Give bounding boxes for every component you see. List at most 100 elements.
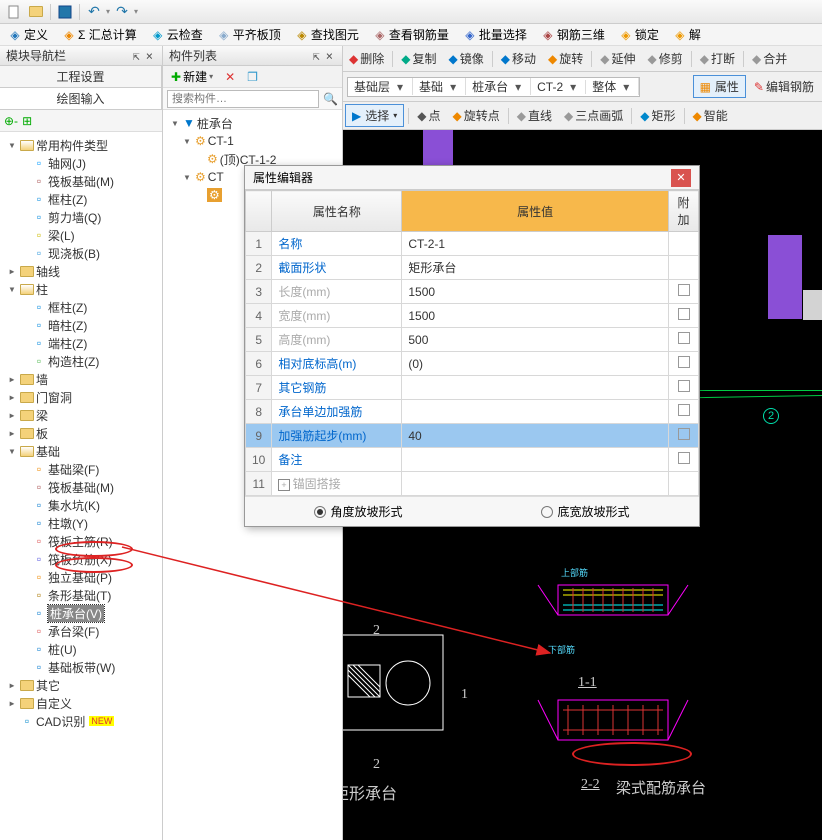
property-row[interactable]: 7其它钢筋 <box>246 376 699 400</box>
new-button[interactable]: ✚ 新建 ▾ <box>167 67 217 86</box>
parking-icon[interactable]: ⊕- <box>4 114 18 128</box>
property-row[interactable]: 10备注 <box>246 448 699 472</box>
menu-查找图元[interactable]: ◈查找图元 <box>291 24 363 45</box>
layer-combo[interactable]: 基础层▾基础▾桩承台▾CT-2▾整体▾ <box>347 77 640 97</box>
property-row[interactable]: 4宽度(mm)1500 <box>246 304 699 328</box>
tool-合并[interactable]: ◆合并 <box>748 48 791 69</box>
menu-定义[interactable]: ◈定义 <box>4 24 52 45</box>
tool-矩形[interactable]: ◆矩形 <box>636 105 679 126</box>
combo-item[interactable]: 基础▾ <box>413 78 466 95</box>
tree-node[interactable]: ▫CAD识别NEW <box>2 712 160 730</box>
property-value[interactable]: 40 <box>402 424 669 448</box>
delete-icon[interactable]: ✕ <box>221 69 239 85</box>
tool-打断[interactable]: ◆打断 <box>696 48 739 69</box>
tree-node[interactable]: ▫框柱(Z) <box>2 190 160 208</box>
tree-node[interactable]: ▫基础梁(F) <box>2 460 160 478</box>
tree-node[interactable]: ▫框柱(Z) <box>2 298 160 316</box>
property-table[interactable]: 属性名称 属性值 附加 1名称CT-2-12截面形状矩形承台3长度(mm)150… <box>245 190 699 496</box>
property-row[interactable]: 5高度(mm)500 <box>246 328 699 352</box>
tool-修剪[interactable]: ◆修剪 <box>644 48 687 69</box>
tool-选择[interactable]: ▶选择 ▾ <box>345 104 404 127</box>
tree-node[interactable]: ▫轴网(J) <box>2 154 160 172</box>
tree-node[interactable]: ▫筏板基础(M) <box>2 478 160 496</box>
tree-node[interactable]: ▫基础板带(W) <box>2 658 160 676</box>
tree-node[interactable]: ▫现浇板(B) <box>2 244 160 262</box>
property-value[interactable]: 500 <box>402 328 669 352</box>
tree-node[interactable]: ▸自定义 <box>2 694 160 712</box>
menu-钢筋三维[interactable]: ◈钢筋三维 <box>537 24 609 45</box>
tab-engineering-settings[interactable]: 工程设置 <box>0 66 162 87</box>
tree-node[interactable]: ▸板 <box>2 424 160 442</box>
list-item[interactable]: ▾▼桩承台 <box>165 114 340 132</box>
menu-批量选择[interactable]: ◈批量选择 <box>459 24 531 45</box>
menu-锁定[interactable]: ◈锁定 <box>615 24 663 45</box>
property-value[interactable] <box>402 400 669 424</box>
menu-查看钢筋量[interactable]: ◈查看钢筋量 <box>369 24 453 45</box>
search-input[interactable] <box>167 90 319 108</box>
combo-item[interactable]: 整体▾ <box>586 78 639 95</box>
tool-智能[interactable]: ◆智能 <box>689 105 732 126</box>
tree-node[interactable]: ▸轴线 <box>2 262 160 280</box>
combo-item[interactable]: 基础层▾ <box>348 78 413 95</box>
combo-item[interactable]: 桩承台▾ <box>466 78 531 95</box>
tool-旋转[interactable]: ◆旋转 <box>544 48 587 69</box>
close-icon[interactable]: ✕ <box>671 169 691 187</box>
tree-node[interactable]: ▫条形基础(T) <box>2 586 160 604</box>
edit-rebar-button[interactable]: ✎ 编辑钢筋 <box>750 76 818 97</box>
tree-node[interactable]: ▫筏板负筋(X) <box>2 550 160 568</box>
property-button[interactable]: ▦ 属性 <box>693 75 746 98</box>
property-value[interactable]: 1500 <box>402 280 669 304</box>
open-icon[interactable] <box>26 2 46 22</box>
property-row[interactable]: 6相对底标高(m)(0) <box>246 352 699 376</box>
property-row[interactable]: 11+锚固搭接 <box>246 472 699 496</box>
close-icon[interactable]: × <box>323 49 336 63</box>
tree-node[interactable]: ▫集水坑(K) <box>2 496 160 514</box>
property-value[interactable]: (0) <box>402 352 669 376</box>
property-value[interactable]: 矩形承台 <box>402 256 669 280</box>
tool-旋转点[interactable]: ◆旋转点 <box>449 105 504 126</box>
tool-复制[interactable]: ◆复制 <box>397 48 440 69</box>
tree-node[interactable]: ▾常用构件类型 <box>2 136 160 154</box>
pin-icon[interactable]: ⇱ <box>130 49 143 63</box>
list-item[interactable]: ▾⚙CT-1 <box>165 132 340 150</box>
redo-icon[interactable]: ↷ <box>112 2 132 22</box>
tree-node[interactable]: ▸其它 <box>2 676 160 694</box>
tree-node[interactable]: ▫剪力墙(Q) <box>2 208 160 226</box>
tool-移动[interactable]: ◆移动 <box>497 48 540 69</box>
tree-node[interactable]: ▫桩(U) <box>2 640 160 658</box>
property-value[interactable]: 1500 <box>402 304 669 328</box>
property-value[interactable] <box>402 376 669 400</box>
tool-删除[interactable]: ◆删除 <box>345 48 388 69</box>
property-value[interactable] <box>402 472 669 496</box>
menu-解[interactable]: ◈解 <box>669 24 705 45</box>
tree-node[interactable]: ▫柱墩(Y) <box>2 514 160 532</box>
tool-镜像[interactable]: ◆镜像 <box>445 48 488 69</box>
tree-node[interactable]: ▫暗柱(Z) <box>2 316 160 334</box>
property-row[interactable]: 3长度(mm)1500 <box>246 280 699 304</box>
tool-延伸[interactable]: ◆延伸 <box>596 48 639 69</box>
tool-直线[interactable]: ◆直线 <box>513 105 556 126</box>
property-value[interactable] <box>402 448 669 472</box>
menu-平齐板顶[interactable]: ◈平齐板顶 <box>213 24 285 45</box>
search-icon[interactable]: 🔍 <box>319 92 342 106</box>
tree-node[interactable]: ▫筏板基础(M) <box>2 172 160 190</box>
tree-node[interactable]: ▾基础 <box>2 442 160 460</box>
tree-node[interactable]: ▫端柱(Z) <box>2 334 160 352</box>
tree-node[interactable]: ▫独立基础(P) <box>2 568 160 586</box>
component-type-tree[interactable]: ▾常用构件类型▫轴网(J)▫筏板基础(M)▫框柱(Z)▫剪力墙(Q)▫梁(L)▫… <box>0 132 162 840</box>
menu-Σ 汇总计算[interactable]: ◈Σ 汇总计算 <box>58 24 141 45</box>
property-row[interactable]: 1名称CT-2-1 <box>246 232 699 256</box>
property-row[interactable]: 9加强筋起步(mm)40 <box>246 424 699 448</box>
add-icon[interactable]: ⊞ <box>22 114 32 128</box>
property-value[interactable]: CT-2-1 <box>402 232 669 256</box>
save-icon[interactable] <box>55 2 75 22</box>
undo-icon[interactable]: ↶ <box>84 2 104 22</box>
menu-云检查[interactable]: ◈云检查 <box>147 24 207 45</box>
tree-node[interactable]: ▾柱 <box>2 280 160 298</box>
tree-node[interactable]: ▸门窗洞 <box>2 388 160 406</box>
radio-width-slope[interactable]: 底宽放坡形式 <box>541 503 629 520</box>
tree-node[interactable]: ▸梁 <box>2 406 160 424</box>
tab-draw-input[interactable]: 绘图输入 <box>0 88 162 109</box>
tool-三点画弧[interactable]: ◆三点画弧 <box>560 105 627 126</box>
tool-点[interactable]: ◆点 <box>413 105 444 126</box>
